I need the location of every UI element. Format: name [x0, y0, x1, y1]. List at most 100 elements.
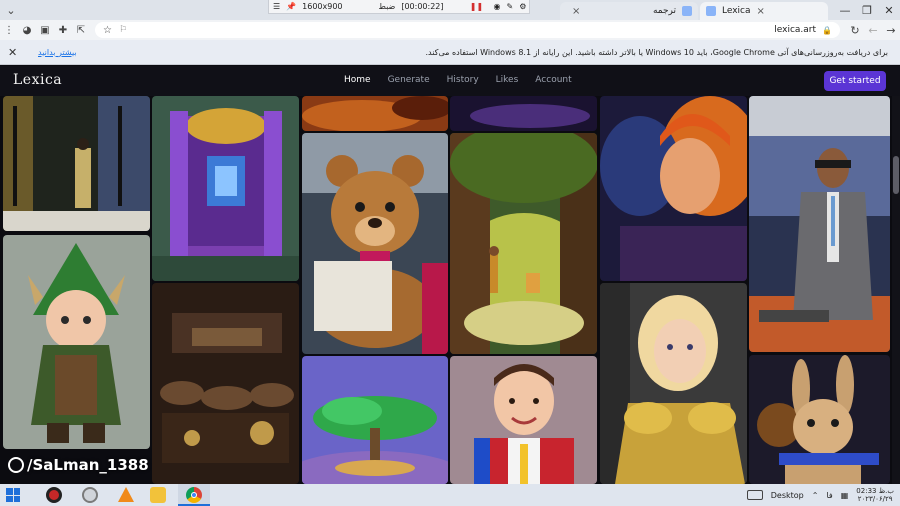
tab-lexica-title: Lexica [722, 6, 751, 16]
get-started-button[interactable]: Get started [824, 71, 886, 91]
teddy-bear-image [302, 133, 448, 354]
gallery-image-tree-island[interactable] [302, 356, 448, 484]
hard-drive-app-icon[interactable] [82, 487, 98, 503]
tree-island-image [302, 356, 448, 484]
tree-monks-image [450, 133, 597, 354]
lexica-logo[interactable]: Lexica [13, 72, 62, 88]
page-scrollbar[interactable] [892, 96, 900, 484]
gallery-image-boy-portrait[interactable] [450, 356, 597, 484]
infobar-message: برای دریافت به‌روزرسانی‌های آتی Google C… [425, 47, 888, 57]
share-icon[interactable]: ⇱ [72, 20, 90, 40]
clock-date: ۲۰۲۳/۰۶/۲۹ [857, 495, 893, 503]
street-man-image [3, 96, 150, 231]
tab-translate-title: ترجمه [652, 6, 676, 16]
pause-icon[interactable]: ❚❚ [470, 2, 483, 12]
extensions-icon[interactable]: ✚ [54, 20, 72, 40]
gallery-image-top-3[interactable] [302, 96, 448, 131]
nav-generate[interactable]: Generate [388, 75, 430, 85]
gallery-image-rabbit[interactable] [749, 355, 890, 484]
gallery-image-tree-monks[interactable] [450, 133, 597, 354]
news-anchor-image [749, 96, 890, 352]
nav-home[interactable]: Home [344, 75, 371, 85]
chrome-taskbar-button[interactable] [178, 484, 210, 506]
address-bar[interactable]: ☆ ⚐ lexica.art 🔒 [95, 22, 840, 38]
gallery-image-golden-warrior[interactable] [600, 283, 747, 484]
cinema-hall-image [152, 283, 299, 484]
profile-icon[interactable]: ◕ [18, 20, 36, 40]
minimize-icon[interactable]: — [834, 0, 856, 20]
browser-menu-icon[interactable]: ⋮ [0, 20, 18, 40]
rabbit-image [749, 355, 890, 484]
language-indicator[interactable]: فا [826, 491, 832, 500]
nav-likes[interactable]: Likes [496, 75, 519, 85]
nav-account[interactable]: Account [535, 75, 571, 85]
gallery-image-teddy-bear[interactable] [302, 133, 448, 354]
learn-more-link[interactable]: بیشتر بدانید [38, 48, 77, 57]
translate-page-icon[interactable]: ⚐ [119, 25, 127, 35]
windows-start-icon[interactable] [6, 488, 20, 502]
recorder-menu-icon[interactable]: ☰ [273, 2, 280, 11]
chrome-app-icon-center [191, 492, 197, 498]
pen-icon[interactable]: ✎ [506, 2, 513, 12]
close-tab-icon[interactable]: × [572, 6, 580, 17]
navigation-buttons: ↻ ← → [846, 20, 900, 40]
maximize-icon[interactable]: ❐ [856, 0, 878, 20]
tab-translate[interactable]: × ترجمه [560, 2, 698, 20]
lexica-navbar: Lexica Home Generate History Likes Accou… [0, 66, 900, 96]
image-gallery [0, 66, 900, 484]
recorder-pin-icon[interactable]: 📌 [286, 2, 296, 11]
vlc-app-icon[interactable] [118, 487, 134, 502]
boy-portrait-image [450, 356, 597, 484]
tray-expand-icon[interactable]: ⌃ [812, 491, 819, 500]
clock[interactable]: ب.ظ 02:33 ۲۰۲۳/۰۶/۲۹ [856, 487, 894, 503]
url-text: lexica.art [774, 25, 817, 35]
gallery-image-top-4[interactable] [450, 96, 597, 131]
translate-favicon-icon [682, 6, 692, 16]
lock-icon[interactable]: 🔒 [822, 26, 832, 35]
forward-icon[interactable]: → [882, 20, 900, 40]
close-tab-icon[interactable]: × [757, 6, 765, 17]
recorder-label: ضبط [378, 2, 396, 11]
gallery-image-fantasy-tower[interactable] [152, 96, 299, 281]
golden-warrior-image [600, 283, 747, 484]
sidebar-icon[interactable]: ▣ [36, 20, 54, 40]
gallery-image-street-man[interactable] [3, 96, 150, 231]
orange-texture-image [302, 96, 448, 131]
scrollbar-thumb[interactable] [893, 156, 899, 194]
back-icon[interactable]: ← [864, 20, 882, 40]
network-icon[interactable]: ▦ [841, 491, 849, 500]
recorder-resolution: 1600x900 [302, 2, 343, 11]
watermark-text: /SaLman_1388 [27, 456, 149, 474]
purple-texture-image [450, 96, 597, 131]
desktop-label[interactable]: Desktop [771, 491, 804, 500]
camera-icon[interactable]: ◉ [494, 2, 501, 12]
keyboard-icon[interactable] [746, 490, 763, 500]
video-watermark: /SaLman_1388 [8, 456, 149, 474]
gallery-image-cinema-hall[interactable] [152, 283, 299, 484]
lexica-favicon-icon [706, 6, 716, 16]
gallery-image-news-anchor[interactable] [749, 96, 890, 352]
bookmark-star-icon[interactable]: ☆ [103, 25, 112, 36]
tab-search-icon[interactable]: ⌄ [0, 0, 22, 20]
nav-history[interactable]: History [447, 75, 479, 85]
recorder-app-icon[interactable] [46, 487, 62, 503]
window-controls: — ❐ ✕ [834, 0, 900, 20]
tab-lexica[interactable]: Lexica × [700, 2, 828, 20]
window-close-icon[interactable]: ✕ [878, 0, 900, 20]
folder-app-icon[interactable] [150, 487, 166, 503]
green-elf-image [3, 235, 150, 449]
fire-woman-image [600, 96, 747, 281]
gallery-image-fire-woman[interactable] [600, 96, 747, 281]
fantasy-tower-image [152, 96, 299, 281]
recorder-settings-icon[interactable]: ⚙ [519, 2, 526, 12]
lexica-page: Lexica Home Generate History Likes Accou… [0, 66, 900, 484]
windows-taskbar: Desktop ⌃ فا ▦ ب.ظ 02:33 ۲۰۲۳/۰۶/۲۹ [0, 484, 900, 506]
screen-recorder-bar: ☰ 📌 1600x900 ضبط [00:00:22] ❚❚ ◉ ✎ ⚙ [268, 0, 530, 14]
gallery-image-green-elf[interactable] [3, 235, 150, 449]
reload-icon[interactable]: ↻ [846, 20, 864, 40]
film-reel-icon [8, 457, 24, 473]
recorder-time: [00:00:22] [401, 2, 444, 11]
clock-time: ب.ظ 02:33 [856, 487, 894, 495]
infobar-close-icon[interactable]: ✕ [8, 46, 17, 59]
main-nav: Home Generate History Likes Account [344, 75, 589, 85]
